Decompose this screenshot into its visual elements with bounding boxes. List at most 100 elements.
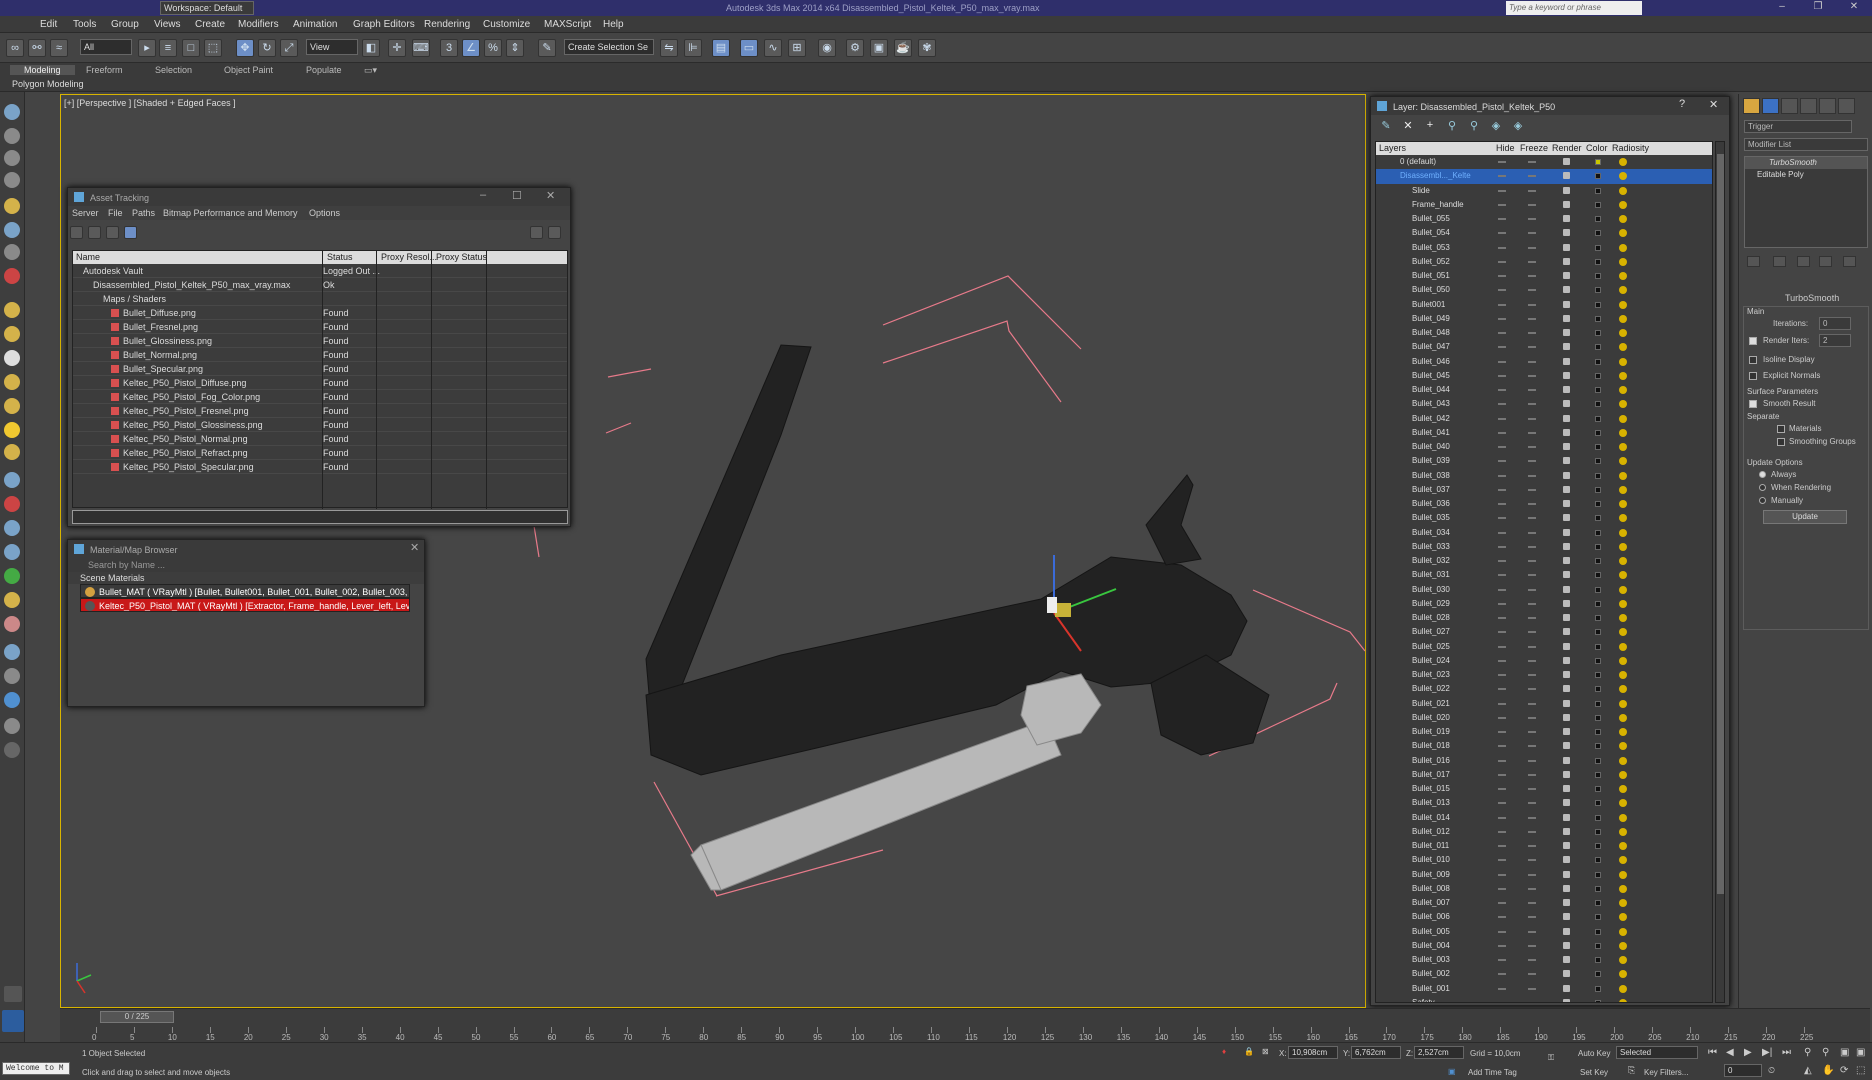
- render-teapot-icon[interactable]: [1563, 329, 1570, 336]
- radiosity-icon[interactable]: [1619, 599, 1627, 608]
- hide-toggle[interactable]: [1498, 759, 1506, 762]
- render-teapot-icon[interactable]: [1563, 856, 1570, 864]
- hide-toggle[interactable]: [1498, 731, 1506, 733]
- hide-toggle[interactable]: [1498, 260, 1506, 263]
- radiosity-icon[interactable]: [1619, 272, 1627, 280]
- close-icon[interactable]: ✕: [1709, 98, 1718, 111]
- menu-customize[interactable]: Customize: [483, 19, 530, 30]
- freeze-toggle[interactable]: [1528, 531, 1536, 534]
- render-teapot-icon[interactable]: [1563, 642, 1570, 650]
- freeze-toggle[interactable]: [1528, 360, 1536, 363]
- render-teapot-icon[interactable]: [1563, 528, 1570, 536]
- rect-region-icon[interactable]: □: [182, 39, 200, 57]
- render-teapot-icon[interactable]: [1563, 899, 1570, 906]
- layer-object-row[interactable]: Bullet_030: [1376, 583, 1712, 597]
- layer-object-row[interactable]: Bullet_013: [1376, 796, 1712, 810]
- radiosity-icon[interactable]: [1619, 956, 1627, 964]
- time-config-icon[interactable]: ⏲: [1768, 1065, 1775, 1076]
- hide-toggle[interactable]: [1498, 374, 1506, 377]
- asset-row[interactable]: Keltec_P50_Pistol_Diffuse.png Found: [73, 376, 567, 390]
- freeze-toggle[interactable]: [1528, 560, 1536, 562]
- layer-object-row[interactable]: Bullet_033: [1376, 540, 1712, 554]
- layer-object-row[interactable]: Bullet_048: [1376, 326, 1712, 340]
- render-teapot-icon[interactable]: [1563, 956, 1570, 963]
- color-swatch[interactable]: [1595, 828, 1601, 835]
- asset-row[interactable]: Disassembled_Pistol_Keltek_P50_max_vray.…: [73, 278, 567, 292]
- go-to-end-icon[interactable]: ⏭: [1782, 1047, 1791, 1058]
- radiosity-icon[interactable]: [1619, 243, 1627, 252]
- hide-toggle[interactable]: [1498, 488, 1506, 491]
- radiosity-icon[interactable]: [1619, 443, 1627, 451]
- color-swatch[interactable]: [1595, 543, 1601, 550]
- unlink-icon[interactable]: ⚯: [28, 39, 46, 57]
- render-teapot-icon[interactable]: [1563, 314, 1570, 322]
- freeze-toggle[interactable]: [1528, 289, 1536, 292]
- layer-object-row[interactable]: Bullet_031: [1376, 568, 1712, 582]
- utility-icon-4[interactable]: [4, 718, 20, 734]
- manually-radio[interactable]: [1759, 497, 1766, 504]
- window-crossing-icon[interactable]: ⬚: [204, 39, 222, 57]
- freeze-toggle[interactable]: [1528, 973, 1536, 976]
- color-swatch[interactable]: [1595, 999, 1601, 1002]
- display-tab-icon[interactable]: [1819, 98, 1836, 114]
- color-swatch[interactable]: [1595, 315, 1601, 322]
- tab-selection[interactable]: Selection: [155, 65, 192, 75]
- asset-row[interactable]: Keltec_P50_Pistol_Fog_Color.png Found: [73, 390, 567, 404]
- freeze-toggle[interactable]: [1528, 317, 1536, 320]
- color-swatch[interactable]: [1595, 501, 1601, 507]
- menu-bitmap-performance[interactable]: Bitmap Performance and Memory: [163, 208, 298, 218]
- helper-icon[interactable]: [4, 244, 20, 260]
- viewport-icon-3[interactable]: [4, 150, 20, 166]
- freeze-toggle[interactable]: [1528, 702, 1536, 705]
- mirror-icon[interactable]: ⇋: [660, 39, 678, 57]
- layer-object-row[interactable]: Slide: [1376, 184, 1712, 198]
- color-swatch[interactable]: [1595, 657, 1601, 664]
- hide-toggle[interactable]: [1498, 987, 1506, 990]
- modifier-icon-3[interactable]: [4, 520, 20, 536]
- color-swatch[interactable]: [1595, 230, 1601, 237]
- hide-toggle[interactable]: [1498, 403, 1506, 406]
- spinner-snap-icon[interactable]: ⇕: [506, 39, 524, 57]
- hide-toggle[interactable]: [1498, 474, 1506, 477]
- create-layer-icon[interactable]: ✎: [1379, 119, 1393, 132]
- radiosity-icon[interactable]: [1619, 571, 1627, 580]
- asset-row[interactable]: Bullet_Glossiness.png Found: [73, 334, 567, 348]
- menu-modifiers[interactable]: Modifiers: [238, 19, 279, 30]
- radiosity-icon[interactable]: [1619, 685, 1627, 694]
- material-editor-icon[interactable]: ◉: [818, 39, 836, 57]
- freeze-toggle[interactable]: [1528, 944, 1536, 947]
- color-swatch[interactable]: [1595, 515, 1601, 522]
- render-teapot-icon[interactable]: [1563, 371, 1570, 379]
- layer-row-disassembled[interactable]: Disassembl..._Kelte: [1376, 169, 1712, 184]
- render-teapot-icon[interactable]: [1563, 243, 1570, 251]
- radiosity-icon[interactable]: [1619, 314, 1627, 323]
- mini-listener-icon[interactable]: [2, 1010, 24, 1032]
- render-teapot-icon[interactable]: [1563, 870, 1570, 878]
- z-coordinate-field[interactable]: 2,527cm: [1414, 1046, 1464, 1059]
- freeze-toggle[interactable]: [1528, 303, 1536, 306]
- tab-object-paint[interactable]: Object Paint: [224, 65, 273, 75]
- render-setup-icon[interactable]: ⚙: [846, 39, 864, 57]
- help-icon[interactable]: [4, 742, 20, 758]
- radiosity-icon[interactable]: [1619, 842, 1627, 850]
- grid-icon[interactable]: [106, 226, 119, 239]
- color-swatch[interactable]: [1595, 786, 1601, 792]
- layer-object-row[interactable]: Bullet_029: [1376, 597, 1712, 611]
- explicit-normals-checkbox[interactable]: [1749, 372, 1757, 380]
- hide-toggle[interactable]: [1498, 830, 1506, 833]
- selection-filter-dropdown[interactable]: All: [80, 39, 132, 55]
- hide-toggle[interactable]: [1498, 317, 1506, 320]
- refresh-icon[interactable]: [70, 226, 83, 239]
- smoothing-groups-checkbox[interactable]: [1777, 438, 1785, 446]
- link-icon[interactable]: ∞: [6, 39, 24, 57]
- isolate-icon[interactable]: ♦: [1222, 1047, 1226, 1056]
- render-teapot-icon[interactable]: [1563, 756, 1570, 764]
- color-swatch[interactable]: [1595, 301, 1601, 308]
- render-iters-checkbox[interactable]: [1749, 337, 1757, 345]
- always-radio[interactable]: [1759, 471, 1766, 478]
- layer-object-row[interactable]: Bullet_027: [1376, 625, 1712, 639]
- layer-object-row[interactable]: Bullet_019: [1376, 725, 1712, 739]
- layer-object-row[interactable]: Bullet_002: [1376, 967, 1712, 981]
- snaps-toggle-icon[interactable]: 3: [440, 39, 458, 57]
- select-manipulate-icon[interactable]: ✛: [388, 39, 406, 57]
